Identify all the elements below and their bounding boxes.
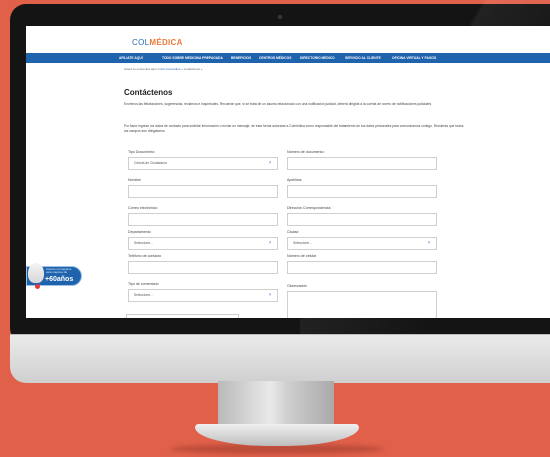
apellidos-label: Apellidos	[287, 178, 302, 182]
breadcrumb-home-link[interactable]: Inicio Colmédica	[158, 67, 180, 71]
tipo-comentario-select[interactable]: Seleccione... ›	[128, 289, 278, 302]
breadcrumb-current: » contáctenos »	[181, 67, 203, 71]
chevron-right-icon: ›	[269, 160, 271, 166]
apellidos-input[interactable]	[287, 185, 437, 198]
captcha-box[interactable]	[126, 314, 239, 318]
breadcrumb: Usted se encuentra aquí: Inicio Colmédic…	[124, 67, 202, 71]
browser-screen: COLMÉDICA AFILIATE AQUÍ TODO SOBRE MEDIC…	[26, 26, 550, 318]
nav-item-directorio-medico[interactable]: DIRECTORIO MÉDICO	[300, 53, 335, 63]
observacion-label: Observación	[287, 284, 308, 288]
avatar	[28, 263, 44, 283]
nav-item-afiliate[interactable]: AFILIATE AQUÍ	[119, 53, 143, 63]
tipo-documento-select[interactable]: Cédula de Ciudadanía ›	[128, 157, 278, 170]
celular-label: Número de celular	[287, 254, 317, 258]
nombre-label: Nombre	[128, 178, 141, 182]
main-navigation: AFILIATE AQUÍ TODO SOBRE MEDICINA PREPAG…	[26, 53, 550, 63]
monitor-stand-neck	[218, 381, 334, 427]
monitor-chin	[10, 334, 550, 383]
nombre-input[interactable]	[128, 185, 278, 198]
telefono-input[interactable]	[128, 261, 278, 274]
badge-line3: de	[63, 270, 68, 275]
ciudad-select[interactable]: Seleccione... ›	[287, 237, 437, 250]
badge-line2: para mayores	[46, 270, 64, 275]
departamento-label: Departamento	[128, 230, 151, 234]
telefono-label: Teléfono de contacto	[128, 254, 162, 258]
numero-documento-label: Número de documento:	[287, 150, 325, 154]
numero-documento-input[interactable]	[287, 157, 437, 170]
brand-logo[interactable]: COLMÉDICA	[132, 38, 183, 47]
observacion-textarea[interactable]	[287, 291, 437, 318]
nav-item-oficina-virtual[interactable]: OFICINA VIRTUAL Y PAGOS	[392, 53, 436, 63]
badge-title: +60años	[45, 276, 74, 283]
tipo-comentario-label: Tipo de comentario	[128, 282, 159, 286]
tipo-comentario-value: Seleccione...	[134, 293, 153, 297]
brand-name-left: COL	[132, 38, 150, 47]
ciudad-label: Ciudad	[287, 230, 299, 234]
tipo-documento-value: Cédula de Ciudadanía	[134, 161, 167, 165]
notification-dot-icon	[35, 284, 40, 289]
page-title: Contáctenos	[124, 88, 173, 97]
direccion-label: Dirección Correspondencia:	[287, 206, 332, 210]
direccion-input[interactable]	[287, 213, 437, 226]
chevron-right-icon: ›	[269, 292, 271, 298]
badge-caption: Conoce el programa para mayores de	[46, 267, 71, 275]
monitor-stand-base	[195, 424, 359, 446]
breadcrumb-prefix: Usted se encuentra aquí:	[124, 67, 158, 71]
webcam-icon	[278, 15, 282, 19]
nav-item-medicina-prepagada[interactable]: TODO SOBRE MEDICINA PREPAGADA	[162, 53, 223, 63]
chevron-right-icon: ›	[269, 240, 271, 246]
correo-label: Correo electrónico	[128, 206, 158, 210]
celular-input[interactable]	[287, 261, 437, 274]
nav-item-beneficios[interactable]: BENEFICIOS	[231, 53, 251, 63]
intro-text: Envíenos las felicitaciones, sugerencias…	[124, 102, 432, 106]
correo-input[interactable]	[128, 213, 278, 226]
departamento-select[interactable]: Seleccione... ›	[128, 237, 278, 250]
instructions-text: Por favor ingrese los datos de contacto …	[124, 124, 464, 133]
chevron-right-icon: ›	[428, 240, 430, 246]
nav-item-servicio-cliente[interactable]: SERVICIO AL CLIENTE	[345, 53, 381, 63]
brand-name-right: MÉDICA	[149, 38, 183, 47]
departamento-value: Seleccione...	[134, 241, 153, 245]
tipo-documento-label: Tipo Documento:	[128, 150, 156, 154]
ciudad-value: Seleccione...	[293, 241, 312, 245]
nav-item-centros-medicos[interactable]: CENTROS MÉDICOS	[259, 53, 291, 63]
